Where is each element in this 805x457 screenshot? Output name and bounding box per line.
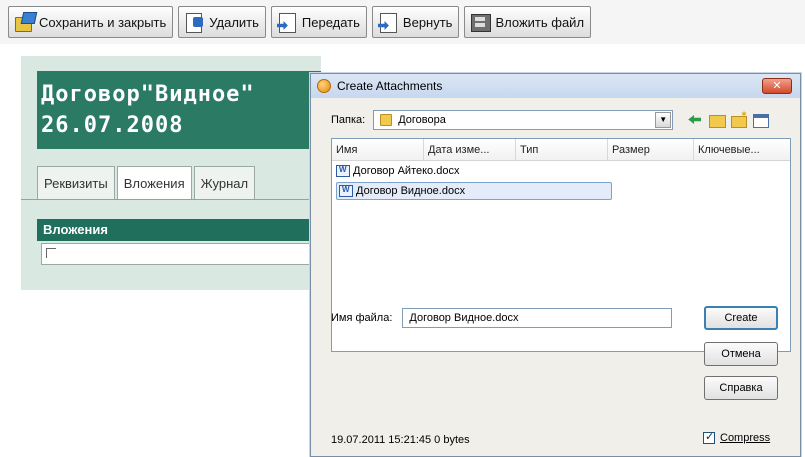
word-document-icon [336,165,350,177]
document-title-line2: 26.07.2008 [41,113,184,138]
create-attachments-dialog: Create Attachments ✕ Папка: Договора ▼ И… [310,73,801,457]
send-label: Передать [301,14,360,30]
up-folder-icon[interactable] [709,113,727,128]
back-icon[interactable] [687,113,703,127]
return-label: Вернуть [402,14,453,30]
tab-divider [21,199,321,200]
column-keywords[interactable]: Ключевые... [694,139,790,160]
column-size[interactable]: Размер [608,139,694,160]
send-button[interactable]: Передать [270,6,367,38]
toolbar: Сохранить и закрыть Удалить Передать Вер… [0,0,805,44]
tab-attachments[interactable]: Вложения [116,166,192,200]
compress-checkbox[interactable]: Compress [703,430,771,444]
lookin-select[interactable]: Договора ▼ [373,110,674,130]
new-folder-icon[interactable] [731,109,748,128]
save-and-close-button[interactable]: Сохранить и закрыть [8,6,174,38]
delete-label: Удалить [209,14,259,30]
cancel-button[interactable]: Отмена [704,342,778,366]
file-name: Договор Айтеко.docx [353,165,460,177]
filename-row: Имя файла: Договор Видное.docx [331,308,673,328]
filename-label: Имя файла: [331,312,393,324]
attach-file-button[interactable]: Вложить файл [464,6,592,38]
tab-journal[interactable]: Журнал [193,166,256,200]
column-date[interactable]: Дата изме... [424,139,516,160]
compress-label: Compress [720,432,771,444]
column-name[interactable]: Имя [332,139,424,160]
create-button[interactable]: Create [704,306,778,330]
file-row-selected[interactable]: Договор Видное.docx [332,181,790,201]
save-and-close-label: Сохранить и закрыть [39,14,167,30]
checkbox-checked-icon [703,430,715,444]
folder-icon [380,114,393,126]
file-row[interactable]: Договор Айтеко.docx [332,161,790,181]
tab-details[interactable]: Реквизиты [37,166,115,200]
lookin-label: Папка: [331,114,366,126]
attach-file-icon [469,11,492,33]
return-icon [377,11,399,33]
filename-input[interactable]: Договор Видное.docx [402,308,673,328]
column-type[interactable]: Тип [516,139,608,160]
help-button[interactable]: Справка [704,376,778,400]
return-button[interactable]: Вернуть [371,6,460,38]
send-icon [276,11,298,33]
attachments-list[interactable] [41,243,321,265]
document-tabs: Реквизиты Вложения Журнал [37,166,257,200]
status-text: 19.07.2011 15:21:45 0 bytes [331,434,470,446]
word-document-icon [339,185,353,197]
dialog-titlebar[interactable]: Create Attachments [311,74,800,98]
save-close-icon [13,11,35,33]
dialog-close-button[interactable]: ✕ [762,78,792,94]
file-name: Договор Видное.docx [356,185,466,197]
chevron-down-icon[interactable]: ▼ [655,112,672,128]
dialog-app-icon [317,79,331,93]
file-list-header: Имя Дата изме... Тип Размер Ключевые... [332,139,790,161]
view-menu-icon[interactable] [753,113,770,128]
attachments-header: Вложения [37,219,321,241]
close-icon: ✕ [772,80,782,92]
attachment-placeholder-icon [46,248,56,258]
nav-toolbar [687,109,770,128]
lookin-value: Договора [398,114,446,126]
document-title: Договор"Видное" 26.07.2008 [37,71,321,149]
lookin-row: Папка: Договора ▼ [331,109,770,130]
attach-file-label: Вложить файл [495,14,585,30]
delete-icon [183,11,205,33]
delete-button[interactable]: Удалить [178,6,266,38]
selected-file-highlight: Договор Видное.docx [336,182,612,200]
dialog-title: Create Attachments [337,79,443,93]
document-title-line1: Договор"Видное" [41,82,255,107]
